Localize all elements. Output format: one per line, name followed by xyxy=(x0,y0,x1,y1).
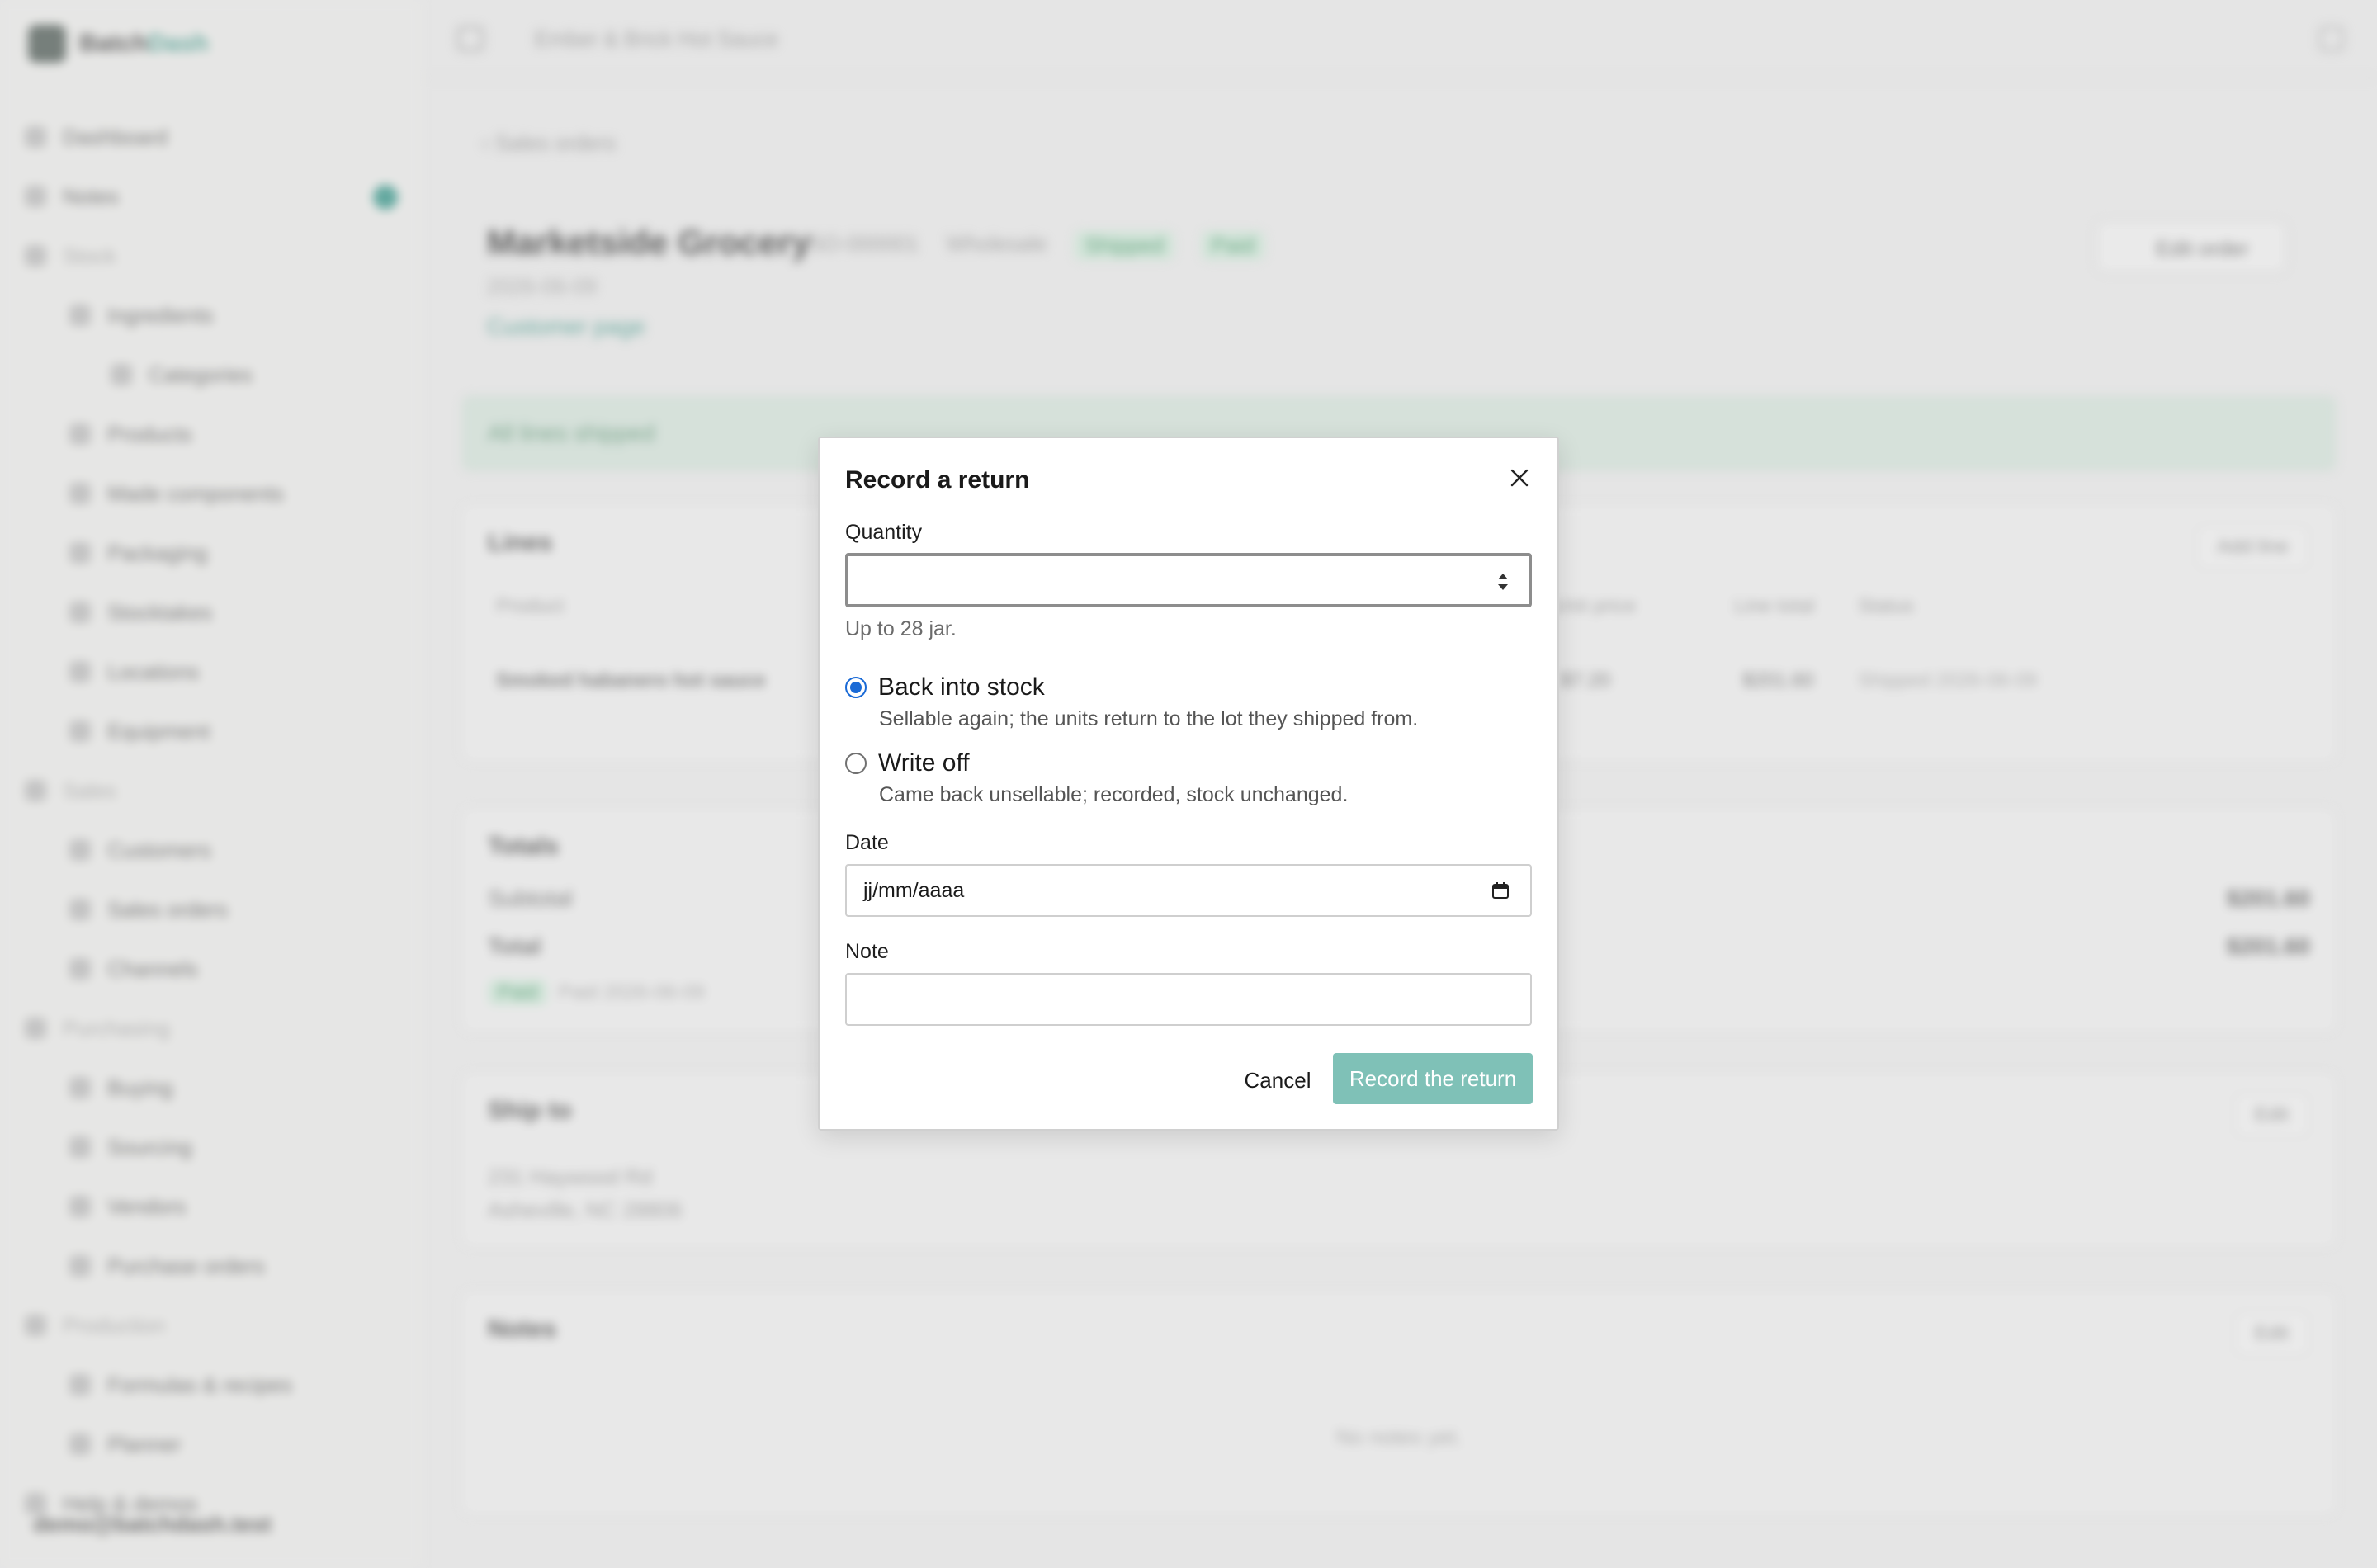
quantity-input[interactable] xyxy=(845,553,1532,607)
date-label: Date xyxy=(845,831,889,854)
option-description: Sellable again; the units return to the … xyxy=(879,707,1419,730)
option-back-into-stock[interactable]: Back into stock xyxy=(845,673,1045,701)
record-return-dialog: Record a return Quantity Up to 28 jar. B… xyxy=(818,437,1559,1131)
note-label: Note xyxy=(845,940,889,963)
quantity-hint: Up to 28 jar. xyxy=(845,617,957,640)
quantity-label: Quantity xyxy=(845,521,923,544)
date-placeholder: jj/mm/aaaa xyxy=(863,879,965,902)
date-input[interactable]: jj/mm/aaaa xyxy=(845,864,1532,917)
note-input[interactable] xyxy=(845,973,1532,1026)
option-label: Write off xyxy=(878,749,970,777)
calendar-icon[interactable] xyxy=(1491,881,1510,900)
option-description: Came back unsellable; recorded, stock un… xyxy=(879,783,1349,806)
radio-write-off[interactable] xyxy=(845,753,867,774)
stepper-icon[interactable] xyxy=(1496,571,1510,593)
option-label: Back into stock xyxy=(878,673,1045,701)
cancel-button[interactable]: Cancel xyxy=(1216,1056,1340,1105)
radio-back-into-stock[interactable] xyxy=(845,677,867,698)
option-write-off[interactable]: Write off xyxy=(845,749,970,777)
dialog-title: Record a return xyxy=(845,466,1030,494)
record-return-button[interactable]: Record the return xyxy=(1333,1053,1533,1104)
close-icon[interactable] xyxy=(1503,461,1536,494)
